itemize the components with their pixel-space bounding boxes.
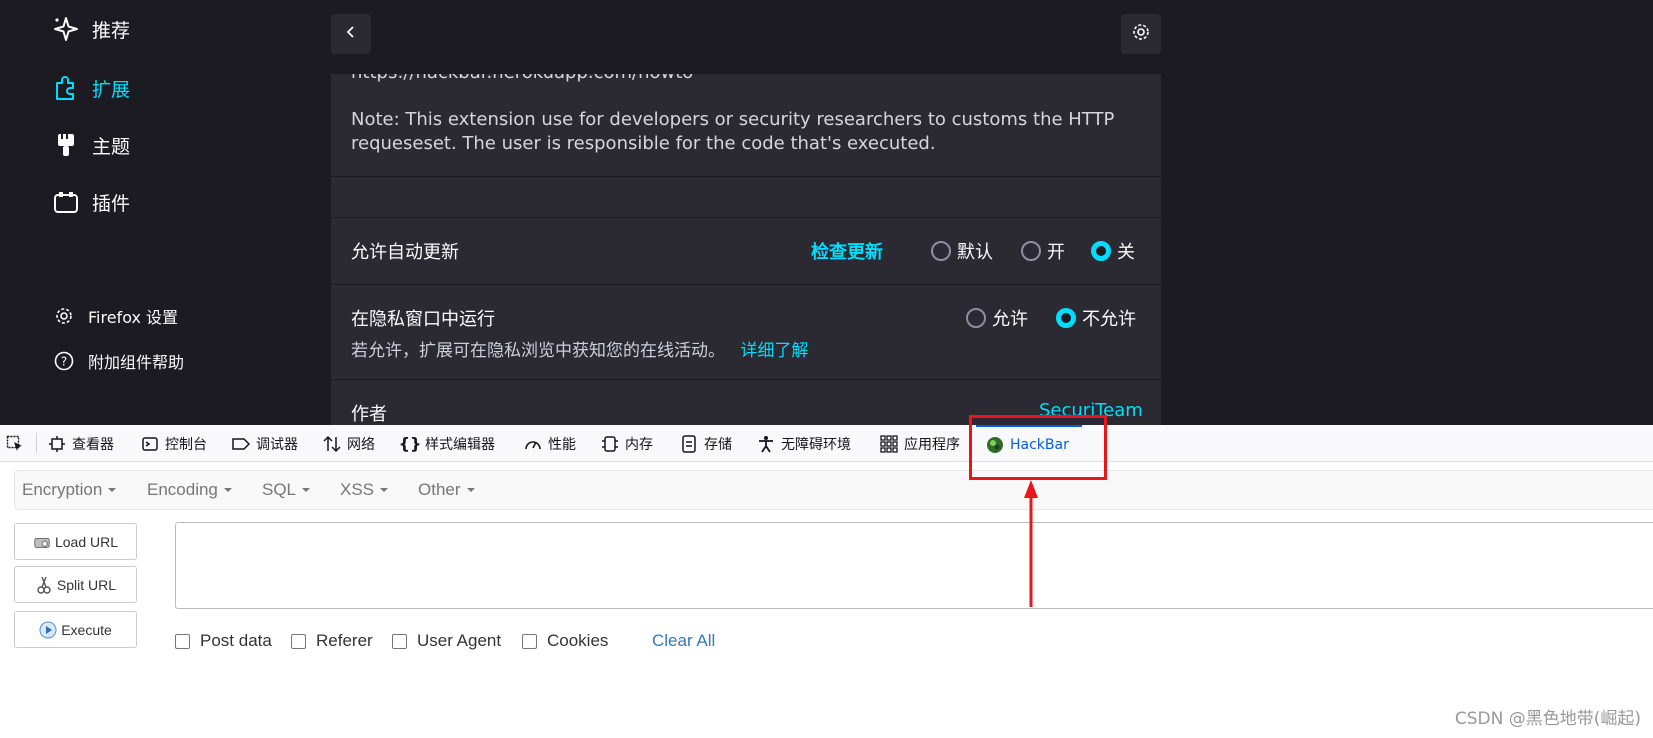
watermark: CSDN @黑色地带(崛起)	[1454, 709, 1641, 729]
screen: 推荐 扩展 主题 插件 Firefox 设置 ? 附加组件帮助 https://…	[0, 0, 1653, 738]
annotation-arrow	[1024, 480, 1038, 607]
